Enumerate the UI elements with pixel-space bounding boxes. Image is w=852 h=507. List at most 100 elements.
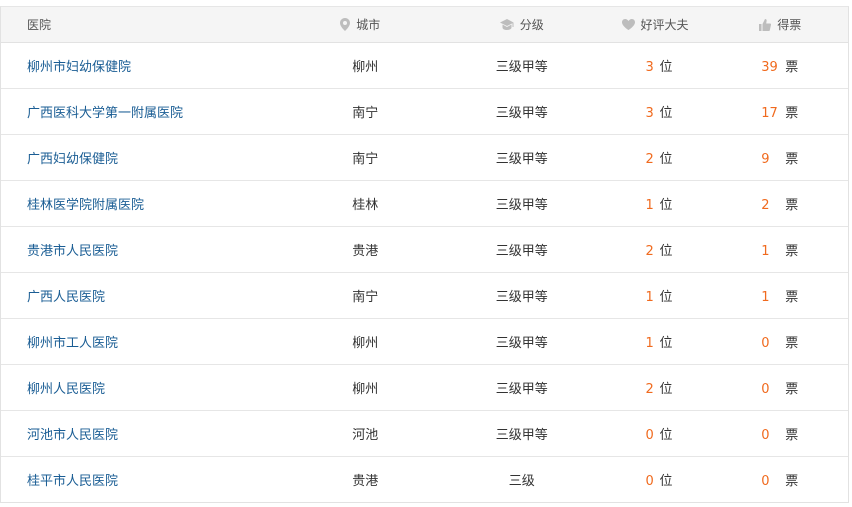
good-doctors-unit: 位 bbox=[659, 106, 673, 121]
votes-cell: 0票 bbox=[747, 470, 848, 489]
good-doctors-unit: 位 bbox=[659, 290, 673, 305]
hospital-name-link[interactable]: 桂林医学院附属医院 bbox=[27, 198, 144, 213]
hospital-cell: 广西人民医院 bbox=[1, 286, 330, 305]
table-row: 桂林医学院附属医院 桂林 三级甲等 1位 2票 bbox=[1, 181, 848, 227]
header-grade-label: 分级 bbox=[519, 18, 544, 32]
votes-cell: 0票 bbox=[747, 332, 848, 351]
city-value: 河池 bbox=[352, 428, 379, 443]
votes-count: 9 bbox=[761, 152, 770, 167]
city-cell: 柳州 bbox=[330, 378, 428, 397]
hospital-name-link[interactable]: 贵港市人民医院 bbox=[27, 244, 118, 259]
header-votes-label: 得票 bbox=[777, 18, 802, 32]
good-doctors-cell: 3位 bbox=[616, 56, 748, 75]
city-value: 桂林 bbox=[352, 198, 379, 213]
good-doctors-count: 2 bbox=[645, 152, 654, 167]
header-hospital: 医院 bbox=[1, 16, 330, 33]
grade-cell: 三级甲等 bbox=[428, 148, 616, 167]
votes-unit: 票 bbox=[785, 244, 799, 259]
city-value: 柳州 bbox=[352, 336, 379, 351]
good-doctors-cell: 1位 bbox=[616, 332, 748, 351]
grade-value: 三级甲等 bbox=[495, 152, 548, 167]
city-cell: 贵港 bbox=[330, 470, 428, 489]
hospital-name-link[interactable]: 桂平市人民医院 bbox=[27, 474, 118, 489]
hospital-cell: 柳州市妇幼保健院 bbox=[1, 56, 330, 75]
votes-count: 2 bbox=[761, 198, 770, 213]
good-doctors-cell: 3位 bbox=[616, 102, 748, 121]
grade-value: 三级甲等 bbox=[495, 198, 548, 213]
votes-unit: 票 bbox=[785, 428, 799, 443]
heart-icon bbox=[621, 19, 635, 30]
hospital-name-link[interactable]: 柳州人民医院 bbox=[27, 382, 105, 397]
header-good-doctors-label: 好评大夫 bbox=[640, 18, 689, 32]
grade-cell: 三级甲等 bbox=[428, 56, 616, 75]
grade-cell: 三级甲等 bbox=[428, 332, 616, 351]
hospital-name-link[interactable]: 柳州市妇幼保健院 bbox=[27, 60, 131, 75]
votes-unit: 票 bbox=[785, 106, 799, 121]
grade-cell: 三级甲等 bbox=[428, 194, 616, 213]
votes-count: 0 bbox=[761, 474, 770, 489]
header-city: 城市 bbox=[330, 16, 428, 33]
good-doctors-unit: 位 bbox=[659, 474, 673, 489]
votes-cell: 9票 bbox=[747, 148, 848, 167]
hospital-name-link[interactable]: 柳州市工人医院 bbox=[27, 336, 118, 351]
good-doctors-unit: 位 bbox=[659, 198, 673, 213]
good-doctors-cell: 0位 bbox=[616, 424, 748, 443]
hospital-name-link[interactable]: 广西妇幼保健院 bbox=[27, 152, 118, 167]
hospital-cell: 柳州人民医院 bbox=[1, 378, 330, 397]
good-doctors-count: 0 bbox=[645, 428, 654, 443]
grade-value: 三级甲等 bbox=[495, 290, 548, 305]
votes-unit: 票 bbox=[785, 290, 799, 305]
table-row: 桂平市人民医院 贵港 三级 0位 0票 bbox=[1, 457, 848, 502]
good-doctors-count: 3 bbox=[645, 106, 654, 121]
votes-unit: 票 bbox=[785, 382, 799, 397]
grade-value: 三级甲等 bbox=[495, 244, 548, 259]
grade-cell: 三级甲等 bbox=[428, 286, 616, 305]
hospital-cell: 桂平市人民医院 bbox=[1, 470, 330, 489]
good-doctors-count: 1 bbox=[645, 290, 654, 305]
grade-cell: 三级甲等 bbox=[428, 102, 616, 121]
city-cell: 河池 bbox=[330, 424, 428, 443]
good-doctors-unit: 位 bbox=[659, 244, 673, 259]
hospital-cell: 广西妇幼保健院 bbox=[1, 148, 330, 167]
votes-cell: 0票 bbox=[747, 424, 848, 443]
votes-count: 0 bbox=[761, 428, 770, 443]
city-value: 贵港 bbox=[352, 474, 379, 489]
table-row: 广西妇幼保健院 南宁 三级甲等 2位 9票 bbox=[1, 135, 848, 181]
hospital-cell: 贵港市人民医院 bbox=[1, 240, 330, 259]
city-value: 南宁 bbox=[352, 152, 379, 167]
table-row: 河池市人民医院 河池 三级甲等 0位 0票 bbox=[1, 411, 848, 457]
votes-count: 0 bbox=[761, 336, 770, 351]
city-cell: 南宁 bbox=[330, 286, 428, 305]
good-doctors-cell: 1位 bbox=[616, 286, 748, 305]
votes-count: 17 bbox=[761, 106, 778, 121]
hospital-name-link[interactable]: 广西医科大学第一附属医院 bbox=[27, 106, 183, 121]
good-doctors-count: 0 bbox=[645, 474, 654, 489]
grade-cell: 三级 bbox=[428, 470, 616, 489]
good-doctors-cell: 2位 bbox=[616, 378, 748, 397]
votes-count: 0 bbox=[761, 382, 770, 397]
city-value: 柳州 bbox=[352, 382, 379, 397]
city-cell: 南宁 bbox=[330, 102, 428, 121]
header-grade: 分级 bbox=[428, 16, 616, 33]
location-pin-icon bbox=[340, 18, 351, 31]
good-doctors-unit: 位 bbox=[659, 428, 673, 443]
city-value: 柳州 bbox=[352, 60, 379, 75]
votes-unit: 票 bbox=[785, 152, 799, 167]
votes-unit: 票 bbox=[785, 60, 799, 75]
hospital-name-link[interactable]: 广西人民医院 bbox=[27, 290, 105, 305]
votes-count: 1 bbox=[761, 244, 770, 259]
header-hospital-label: 医院 bbox=[27, 18, 52, 32]
city-cell: 柳州 bbox=[330, 332, 428, 351]
grade-value: 三级甲等 bbox=[495, 336, 548, 351]
hospital-cell: 柳州市工人医院 bbox=[1, 332, 330, 351]
hospital-name-link[interactable]: 河池市人民医院 bbox=[27, 428, 118, 443]
table-row: 柳州市妇幼保健院 柳州 三级甲等 3位 39 票 bbox=[1, 43, 848, 89]
table-row: 贵港市人民医院 贵港 三级甲等 2位 1票 bbox=[1, 227, 848, 273]
votes-cell: 1票 bbox=[747, 286, 848, 305]
hospital-cell: 广西医科大学第一附属医院 bbox=[1, 102, 330, 121]
city-cell: 桂林 bbox=[330, 194, 428, 213]
votes-unit: 票 bbox=[785, 336, 799, 351]
table-row: 广西人民医院 南宁 三级甲等 1位 1票 bbox=[1, 273, 848, 319]
thumbs-up-icon bbox=[759, 18, 772, 31]
table-row: 广西医科大学第一附属医院 南宁 三级甲等 3位 17 票 bbox=[1, 89, 848, 135]
